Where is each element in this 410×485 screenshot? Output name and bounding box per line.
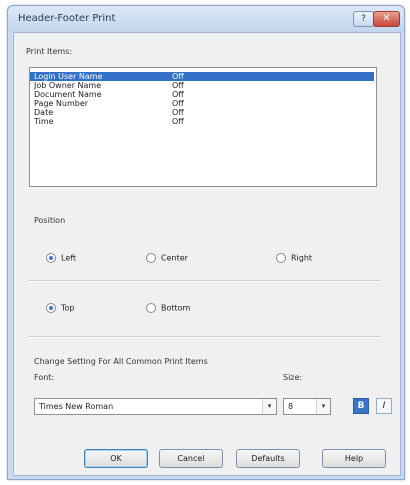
dialog-body: Print Items: Login User Name Off Job Own… bbox=[13, 32, 401, 476]
size-select[interactable]: 8 ▾ bbox=[283, 398, 331, 415]
item-name: Time bbox=[34, 117, 54, 126]
item-name: Date bbox=[34, 108, 54, 117]
radio-dot-icon bbox=[276, 253, 286, 263]
font-select[interactable]: Times New Roman ▾ bbox=[34, 398, 277, 415]
bold-button[interactable]: B bbox=[353, 398, 369, 414]
font-select-value: Times New Roman bbox=[39, 402, 114, 411]
change-setting-label: Change Setting For All Common Print Item… bbox=[34, 357, 208, 366]
radio-dot-icon bbox=[46, 303, 56, 313]
item-value: Off bbox=[172, 108, 184, 117]
radio-label: Top bbox=[61, 303, 75, 313]
ok-button[interactable]: OK bbox=[84, 449, 148, 468]
item-value: Off bbox=[172, 117, 184, 126]
item-value: Off bbox=[172, 90, 184, 99]
close-button[interactable]: ✕ bbox=[373, 11, 400, 27]
cancel-button[interactable]: Cancel bbox=[159, 449, 223, 468]
list-item[interactable]: Job Owner Name Off bbox=[30, 81, 374, 90]
section-divider bbox=[29, 336, 381, 338]
radio-bottom[interactable]: Bottom bbox=[146, 303, 190, 313]
item-name: Document Name bbox=[34, 90, 102, 99]
list-item[interactable]: Date Off bbox=[30, 108, 374, 117]
position-label: Position bbox=[34, 216, 66, 225]
chevron-down-icon: ▾ bbox=[316, 399, 330, 414]
radio-right[interactable]: Right bbox=[276, 253, 312, 263]
title-bar: Header-Footer Print ? ✕ bbox=[8, 6, 404, 32]
item-name: Login User Name bbox=[34, 72, 103, 81]
radio-label: Bottom bbox=[161, 303, 191, 313]
dialog-window: Header-Footer Print ? ✕ Print Items: Log… bbox=[7, 5, 405, 480]
list-item[interactable]: Document Name Off bbox=[30, 90, 374, 99]
defaults-button[interactable]: Defaults bbox=[236, 449, 300, 468]
radio-label: Right bbox=[291, 253, 313, 263]
help-title-button[interactable]: ? bbox=[353, 11, 374, 27]
radio-label: Center bbox=[161, 253, 188, 263]
list-item[interactable]: Page Number Off bbox=[30, 99, 374, 108]
list-item[interactable]: Login User Name Off bbox=[30, 72, 374, 81]
list-item[interactable]: Time Off bbox=[30, 117, 374, 126]
size-label: Size: bbox=[283, 373, 303, 382]
print-items-label: Print Items: bbox=[26, 47, 73, 56]
size-select-value: 8 bbox=[288, 402, 294, 411]
radio-dot-icon bbox=[146, 253, 156, 263]
item-value: Off bbox=[172, 72, 184, 81]
font-label: Font: bbox=[34, 373, 55, 382]
radio-label: Left bbox=[61, 253, 77, 263]
radio-center[interactable]: Center bbox=[146, 253, 188, 263]
help-button[interactable]: Help bbox=[322, 449, 386, 468]
radio-dot-icon bbox=[46, 253, 56, 263]
radio-dot-icon bbox=[146, 303, 156, 313]
item-name: Page Number bbox=[34, 99, 89, 108]
print-items-list[interactable]: Login User Name Off Job Owner Name Off D… bbox=[29, 67, 377, 187]
item-value: Off bbox=[172, 81, 184, 90]
item-name: Job Owner Name bbox=[34, 81, 102, 90]
position-divider bbox=[29, 280, 381, 282]
italic-button[interactable]: I bbox=[376, 398, 392, 414]
window-title: Header-Footer Print bbox=[18, 13, 116, 24]
chevron-down-icon: ▾ bbox=[262, 399, 276, 414]
radio-left[interactable]: Left bbox=[46, 253, 76, 263]
item-value: Off bbox=[172, 99, 184, 108]
radio-top[interactable]: Top bbox=[46, 303, 75, 313]
